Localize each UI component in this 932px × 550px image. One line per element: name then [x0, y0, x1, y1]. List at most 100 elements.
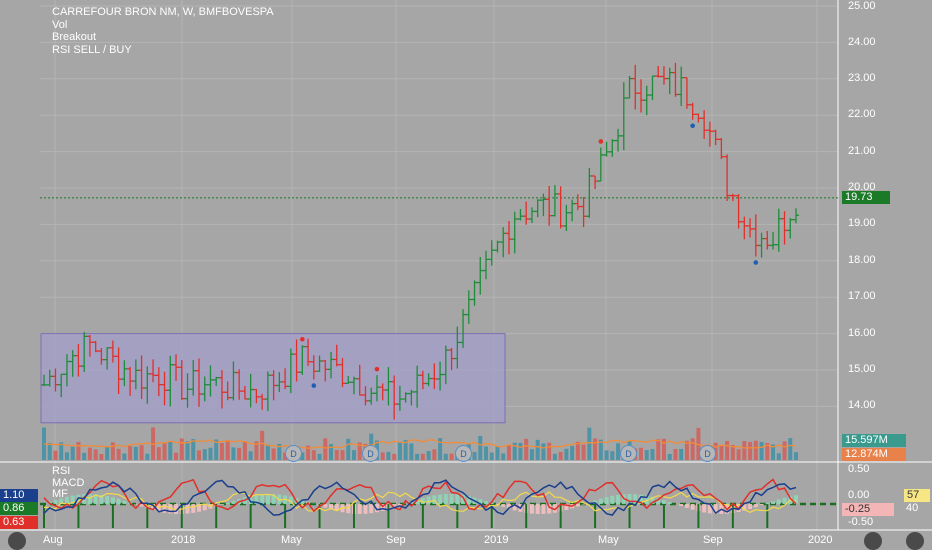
volume-bar	[70, 446, 75, 460]
macd-histogram	[369, 504, 374, 514]
volume-bar	[225, 440, 230, 460]
price-tick: 24.00	[848, 36, 876, 48]
volume-bar	[650, 449, 655, 460]
expand-button[interactable]	[906, 532, 924, 550]
macd-histogram	[185, 504, 190, 514]
settings-button[interactable]	[864, 532, 882, 550]
volume-bar	[472, 452, 477, 460]
sell-signal	[300, 336, 305, 342]
macd-histogram	[357, 504, 362, 514]
volume-bar	[644, 450, 649, 460]
macd-histogram	[610, 495, 615, 504]
macd-histogram	[759, 504, 764, 506]
volume-bar	[168, 441, 173, 460]
macd-histogram	[260, 494, 265, 504]
macd-histogram	[87, 494, 92, 504]
volume-bar	[47, 442, 52, 460]
volume-bar	[64, 452, 69, 460]
macd-histogram	[265, 494, 270, 504]
volume-bar	[679, 448, 684, 460]
volume-bar	[265, 444, 270, 460]
legend-vol: Vol	[52, 18, 68, 31]
volume-bar	[552, 453, 557, 460]
volume-bar	[725, 440, 730, 460]
volume-bar	[128, 446, 133, 460]
indicator-legend: RSI MACD MF	[52, 465, 84, 501]
volume-bar	[489, 452, 494, 460]
macd-histogram	[116, 498, 121, 504]
volume-bar	[420, 453, 425, 460]
volume-bar	[415, 453, 420, 460]
dividend-marker[interactable]: D	[620, 445, 637, 462]
macd-histogram	[616, 494, 621, 504]
left-badge-top: 1.10	[0, 489, 38, 502]
volume-bar	[133, 446, 138, 460]
macd-histogram	[765, 503, 770, 504]
volume-bar	[397, 442, 402, 460]
volume-bar	[76, 441, 81, 460]
buy-signal	[311, 383, 317, 388]
volume-bar	[759, 442, 764, 460]
buy-signal	[753, 260, 759, 265]
volume-bar	[782, 441, 787, 460]
volume-bar	[237, 447, 242, 460]
macd-line	[43, 479, 797, 516]
time-label: Sep	[703, 534, 723, 546]
volume-bar	[248, 451, 253, 460]
volume-bar	[82, 452, 87, 460]
volume-bar	[351, 450, 356, 460]
volume-bar	[690, 438, 695, 460]
chart-canvas[interactable]	[0, 0, 932, 550]
macd-histogram	[684, 504, 689, 508]
left-badge-mid: 0.86	[0, 502, 38, 515]
volume-bar	[409, 443, 414, 460]
macd-histogram	[535, 504, 540, 514]
macd-histogram	[598, 498, 603, 504]
volume-bar	[179, 438, 184, 460]
macd-histogram	[771, 501, 776, 504]
volume-bar	[736, 449, 741, 460]
volume-bar	[231, 447, 236, 460]
volume-bar	[185, 441, 190, 460]
volume-bar	[776, 453, 781, 460]
legend-breakout: Breakout	[52, 31, 97, 43]
time-label: May	[281, 534, 302, 546]
dividend-marker[interactable]: D	[285, 445, 302, 462]
macd-histogram	[501, 504, 506, 507]
dividend-marker[interactable]: D	[362, 445, 379, 462]
volume-bar	[529, 449, 534, 460]
price-tick: 23.00	[848, 72, 876, 84]
volume-bar	[53, 450, 58, 460]
price-tick: 18.00	[848, 254, 876, 266]
volume-bar	[564, 448, 569, 460]
macd-histogram	[661, 500, 666, 504]
macd-histogram	[449, 494, 454, 504]
volume-bar	[202, 449, 207, 460]
macd-histogram	[782, 497, 787, 504]
volume-bar	[610, 451, 615, 460]
volume-ma-line	[43, 439, 797, 449]
volume-bar	[426, 451, 431, 460]
macd-histogram	[702, 504, 707, 513]
volume-bar	[162, 442, 167, 460]
volume-bar	[748, 441, 753, 460]
volume-bar	[156, 447, 161, 460]
volume-bar	[346, 438, 351, 460]
macd-badge: -0.25	[842, 503, 894, 516]
volume-bar	[87, 447, 92, 460]
volume-bar	[116, 448, 121, 460]
dividend-marker[interactable]: D	[699, 445, 716, 462]
volume-bar	[242, 441, 247, 460]
sell-signal	[374, 366, 380, 372]
dividend-marker[interactable]: D	[455, 445, 472, 462]
volume-bar	[501, 453, 506, 460]
volume-bar	[110, 442, 115, 460]
volume-bar	[334, 450, 339, 460]
time-label: 2019	[484, 534, 509, 546]
macd-histogram	[753, 504, 758, 508]
volume-bar	[380, 452, 385, 460]
buy-signal	[690, 123, 695, 129]
volume-bar	[449, 453, 454, 460]
scroll-left-button[interactable]	[8, 532, 26, 550]
macd-histogram	[541, 504, 546, 514]
